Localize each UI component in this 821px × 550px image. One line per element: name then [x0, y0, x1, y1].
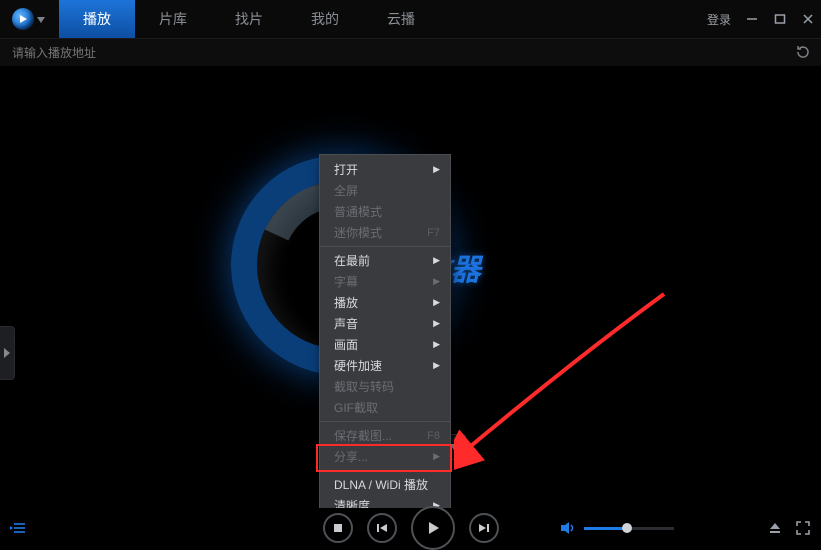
menu-separator	[320, 470, 450, 471]
menu-item-label: 分享...	[334, 448, 368, 465]
close-button[interactable]	[801, 12, 815, 26]
title-bar: 播放片库找片我的云播 登录	[0, 0, 821, 38]
address-bar	[0, 38, 821, 68]
stop-button[interactable]	[323, 513, 353, 543]
submenu-arrow-icon: ▶	[433, 164, 440, 175]
menu-item-label: 保存截图...	[334, 427, 392, 444]
menu-item-15: 分享... ▶	[320, 446, 450, 467]
playlist-icon[interactable]	[10, 520, 26, 536]
annotation-arrow	[454, 290, 674, 470]
fullscreen-icon[interactable]	[795, 520, 811, 536]
player-area: 放器 打开▶全屏普通模式迷你模式F7在最前▶字幕▶播放▶声音▶画面▶硬件加速▶截…	[0, 66, 821, 508]
menu-item-label: 迷你模式	[334, 224, 382, 241]
tab-1[interactable]: 片库	[135, 0, 211, 38]
menu-item-10[interactable]: 硬件加速 ▶	[320, 355, 450, 376]
prev-button[interactable]	[367, 513, 397, 543]
window-controls: 登录	[707, 0, 815, 38]
menu-separator	[320, 246, 450, 247]
login-link[interactable]: 登录	[707, 11, 731, 28]
app-logo[interactable]	[12, 8, 34, 30]
menu-item-11: 截取与转码	[320, 376, 450, 397]
submenu-arrow-icon: ▶	[433, 318, 440, 329]
submenu-arrow-icon: ▶	[433, 297, 440, 308]
menu-item-14: 保存截图... F8	[320, 425, 450, 446]
bottom-bar	[0, 508, 821, 548]
eject-icon[interactable]	[767, 520, 783, 536]
play-button[interactable]	[411, 506, 455, 550]
menu-item-17[interactable]: DLNA / WiDi 播放	[320, 474, 450, 495]
tab-4[interactable]: 云播	[363, 0, 439, 38]
menu-item-label: 全屏	[334, 182, 358, 199]
submenu-arrow-icon: ▶	[433, 255, 440, 266]
address-input[interactable]	[10, 45, 811, 61]
side-panel-toggle[interactable]	[0, 326, 15, 380]
maximize-button[interactable]	[773, 12, 787, 26]
menu-item-label: 播放	[334, 294, 358, 311]
menu-item-label: DLNA / WiDi 播放	[334, 476, 428, 493]
submenu-arrow-icon: ▶	[433, 276, 440, 287]
menu-item-12: GIF截取	[320, 397, 450, 418]
tab-2[interactable]: 找片	[211, 0, 287, 38]
menu-item-label: 普通模式	[334, 203, 382, 220]
menu-item-5[interactable]: 在最前 ▶	[320, 250, 450, 271]
nav-tabs: 播放片库找片我的云播	[59, 0, 439, 38]
playback-controls	[323, 506, 499, 550]
submenu-arrow-icon: ▶	[433, 360, 440, 371]
menu-item-label: 字幕	[334, 273, 358, 290]
menu-item-shortcut: F7	[427, 227, 440, 239]
menu-item-label: 在最前	[334, 252, 370, 269]
menu-item-2: 普通模式	[320, 201, 450, 222]
menu-item-shortcut: F8	[427, 430, 440, 442]
menu-separator	[320, 421, 450, 422]
menu-item-9[interactable]: 画面 ▶	[320, 334, 450, 355]
menu-item-label: GIF截取	[334, 399, 378, 416]
next-button[interactable]	[469, 513, 499, 543]
menu-item-3: 迷你模式 F7	[320, 222, 450, 243]
menu-item-0[interactable]: 打开 ▶	[320, 159, 450, 180]
context-menu: 打开 ▶ 全屏普通模式迷你模式 F7 在最前 ▶ 字幕 ▶ 播放 ▶ 声音 ▶ 画面 ▶ 硬件加速 ▶ 截取与转…	[319, 154, 451, 508]
submenu-arrow-icon: ▶	[433, 339, 440, 350]
menu-item-6: 字幕 ▶	[320, 271, 450, 292]
menu-item-7[interactable]: 播放 ▶	[320, 292, 450, 313]
minimize-button[interactable]	[745, 12, 759, 26]
menu-item-1: 全屏	[320, 180, 450, 201]
menu-item-label: 声音	[334, 315, 358, 332]
logo-dropdown-icon[interactable]	[37, 10, 45, 28]
menu-item-label: 硬件加速	[334, 357, 382, 374]
submenu-arrow-icon: ▶	[433, 451, 440, 462]
menu-item-label: 截取与转码	[334, 378, 394, 395]
volume-icon[interactable]	[560, 520, 576, 536]
volume-slider[interactable]	[584, 527, 674, 530]
tab-3[interactable]: 我的	[287, 0, 363, 38]
menu-item-8[interactable]: 声音 ▶	[320, 313, 450, 334]
menu-item-label: 画面	[334, 336, 358, 353]
refresh-icon[interactable]	[795, 44, 811, 63]
tab-0[interactable]: 播放	[59, 0, 135, 38]
menu-item-label: 打开	[334, 161, 358, 178]
volume-control	[560, 520, 674, 536]
